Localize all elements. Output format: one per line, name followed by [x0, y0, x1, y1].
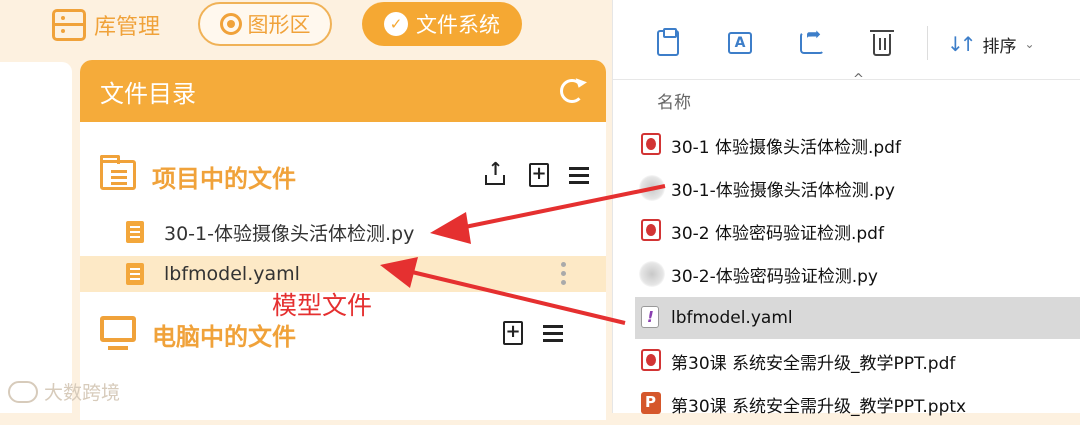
app-area: 库管理 图形区 ✓ 文件系统 文件目录 项目中的文件 + 30-1-体验摄像头活… [0, 0, 612, 420]
folder-icon [100, 155, 136, 190]
new-file-button[interactable]: + [500, 320, 526, 346]
rename-icon: A [728, 32, 752, 54]
more-options-icon[interactable] [560, 262, 566, 286]
chevron-up-icon: ^ [853, 72, 864, 87]
explorer-file-name: 第30课 系统安全需升级_教学PPT.pdf [671, 353, 956, 374]
watermark-logo-icon [8, 380, 38, 403]
server-icon [52, 9, 86, 41]
project-file-row[interactable]: 30-1-体验摄像头活体检测.py [80, 214, 606, 250]
file-explorer: A ↓↑ 排序 ⌄ ^ 名称 30-1 体验摄像头活体检测.pdf 30-1-体… [612, 0, 1080, 417]
menu-icon [543, 324, 563, 342]
explorer-file-row[interactable]: 第30课 系统安全需升级_教学PPT.pptx [635, 383, 1080, 425]
python-file-icon [639, 175, 665, 201]
tab-library[interactable]: 库管理 [52, 6, 160, 44]
trash-icon [870, 30, 894, 56]
panel-header: 文件目录 [80, 60, 606, 122]
menu-icon [569, 166, 589, 184]
radio-dot-icon [219, 13, 242, 35]
clipboard-icon [657, 28, 679, 56]
sort-icon: ↓↑ [947, 32, 976, 56]
delete-button[interactable] [867, 28, 897, 58]
new-file-icon: + [503, 321, 523, 345]
explorer-file-row[interactable]: 30-1-体验摄像头活体检测.py [635, 167, 1080, 209]
document-icon [126, 263, 144, 285]
explorer-file-row[interactable]: 30-1 体验摄像头活体检测.pdf [635, 124, 1080, 166]
tab-graphics-label: 图形区 [247, 13, 311, 37]
chevron-down-icon: ⌄ [1024, 37, 1035, 51]
project-file-name: lbfmodel.yaml [164, 263, 300, 285]
refresh-icon[interactable] [560, 79, 584, 103]
python-file-icon [639, 261, 665, 287]
pdf-icon [641, 133, 661, 155]
computer-files-title: 电脑中的文件 [152, 323, 296, 351]
new-file-button[interactable]: + [526, 162, 552, 188]
explorer-file-name: 30-1-体验摄像头活体检测.py [671, 180, 895, 201]
project-file-name: 30-1-体验摄像头活体检测.py [164, 222, 415, 245]
paste-button[interactable] [653, 28, 683, 58]
upload-icon [485, 159, 505, 185]
sort-button[interactable]: ↓↑ 排序 ⌄ [947, 30, 1035, 58]
explorer-file-row[interactable]: 30-2-体验密码验证检测.py [635, 253, 1080, 295]
sort-label: 排序 [982, 36, 1017, 57]
explorer-file-name: 30-2 体验密码验证检测.pdf [671, 223, 884, 244]
explorer-file-row[interactable]: lbfmodel.yaml [635, 297, 1080, 339]
tab-file-system-label: 文件系统 [416, 13, 500, 37]
explorer-file-name: 30-1 体验摄像头活体检测.pdf [671, 137, 901, 158]
annotation-label: 模型文件 [272, 291, 373, 320]
project-files-title: 项目中的文件 [152, 165, 296, 193]
file-directory-panel: 文件目录 项目中的文件 + 30-1-体验摄像头活体检测.py lbfmodel… [80, 60, 606, 420]
check-circle-icon: ✓ [384, 12, 408, 36]
new-file-icon: + [529, 163, 549, 187]
pdf-icon [641, 349, 661, 371]
pptx-icon [641, 392, 661, 414]
explorer-file-name: lbfmodel.yaml [671, 308, 793, 328]
panel-title: 文件目录 [100, 79, 196, 108]
project-menu-button[interactable] [566, 162, 592, 188]
tab-graphics[interactable]: 图形区 [198, 2, 332, 46]
project-files-section: 项目中的文件 + [80, 150, 606, 200]
tab-file-system[interactable]: ✓ 文件系统 [362, 2, 522, 46]
toolbar-divider [927, 26, 928, 60]
tab-library-label: 库管理 [94, 15, 161, 40]
explorer-toolbar: A ↓↑ 排序 ⌄ [613, 0, 1080, 80]
watermark-text: 大数跨境 [44, 382, 121, 404]
explorer-file-row[interactable]: 第30课 系统安全需升级_教学PPT.pdf [635, 340, 1080, 382]
watermark: 大数跨境 [8, 378, 120, 405]
monitor-icon [100, 316, 136, 350]
upload-button[interactable] [482, 159, 508, 188]
share-icon [800, 24, 824, 54]
yaml-file-icon [641, 306, 659, 328]
side-panel [0, 62, 72, 413]
rename-button[interactable]: A [725, 28, 755, 58]
computer-menu-button[interactable] [540, 320, 566, 346]
column-header-name[interactable]: 名称 [657, 88, 691, 113]
share-button[interactable] [797, 24, 827, 58]
explorer-file-name: 30-2-体验密码验证检测.py [671, 266, 878, 287]
explorer-file-row[interactable]: 30-2 体验密码验证检测.pdf [635, 210, 1080, 252]
top-tab-bar: 库管理 图形区 ✓ 文件系统 [0, 0, 612, 52]
pdf-icon [641, 219, 661, 241]
document-icon [126, 221, 144, 243]
